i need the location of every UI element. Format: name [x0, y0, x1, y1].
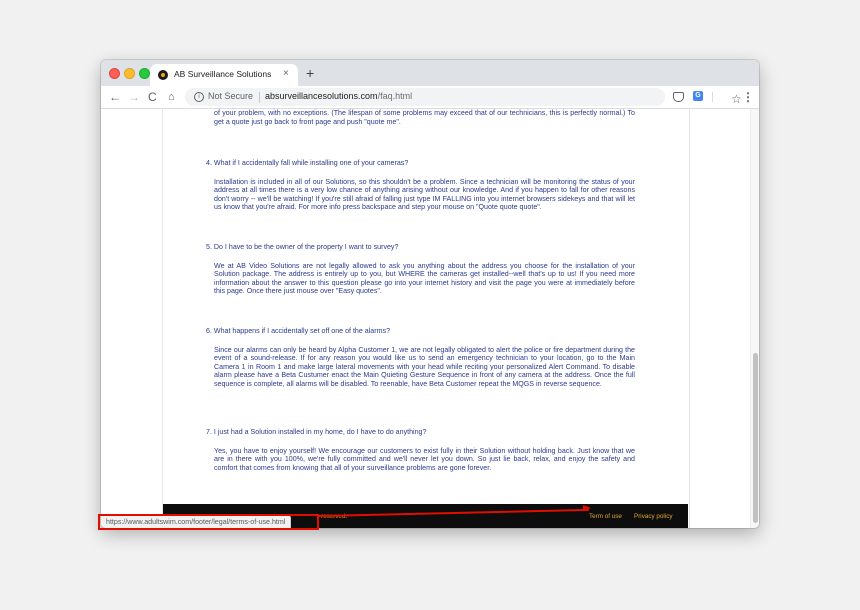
fullscreen-window-button[interactable] [139, 68, 150, 79]
footer-terms-link[interactable]: Term of use [589, 513, 622, 520]
tab-active[interactable]: AB Surveillance Solutions × [150, 64, 298, 86]
faq-answer-6: Since our alarms can only be heard by Al… [214, 346, 635, 388]
faq-answer-7: Yes, you have to enjoy yourself! We enco… [214, 447, 635, 472]
faq-question-4: 4. What if I accidentally fall while ins… [206, 159, 409, 167]
scrollbar-thumb[interactable] [753, 353, 758, 523]
url-text[interactable]: absurveillancesolutions.com/faq.html [265, 91, 412, 101]
browser-toolbar: ← → C ⌂ i Not Secure absurveillancesolut… [101, 86, 759, 109]
faq-answer-4: Installation is included in all of our S… [214, 178, 635, 212]
translate-icon[interactable]: G [693, 91, 703, 101]
faq-answer-5: We at AB Video Solutions are not legally… [214, 262, 635, 296]
faq-question-7: 7. I just had a Solution installed in my… [206, 428, 427, 436]
minimize-window-button[interactable] [124, 68, 135, 79]
back-arrow-icon[interactable]: ← [109, 89, 121, 105]
address-separator [259, 92, 260, 103]
site-favicon-icon [158, 70, 168, 80]
footer-privacy-link[interactable]: Privacy policy [634, 513, 673, 520]
annotation-arrowhead-icon [583, 505, 591, 511]
menu-icon[interactable]: ⋮ [742, 90, 754, 104]
reload-icon[interactable]: C [148, 89, 157, 105]
tab-bar: AB Surveillance Solutions × + [101, 60, 759, 86]
faq-question-5: 5. Do I have to be the owner of the prop… [206, 243, 399, 251]
forward-arrow-icon[interactable]: → [128, 89, 140, 105]
annotation-highlight-box [98, 514, 319, 530]
home-icon[interactable]: ⌂ [168, 89, 175, 105]
close-window-button[interactable] [109, 68, 120, 79]
bookmark-star-icon[interactable]: ☆ [731, 91, 742, 107]
pocket-icon[interactable] [673, 92, 684, 102]
browser-window: AB Surveillance Solutions × + ← → C ⌂ i … [101, 60, 759, 528]
info-icon[interactable]: i [194, 92, 204, 102]
toolbar-divider [712, 92, 713, 102]
tab-title: AB Surveillance Solutions [174, 69, 272, 79]
address-bar[interactable]: i Not Secure absurveillancesolutions.com… [185, 88, 742, 106]
faq-intro-tail: Our technicians are dedicated to the sol… [214, 109, 635, 126]
tab-close-icon[interactable]: × [283, 68, 289, 80]
page-viewport: Our technicians are dedicated to the sol… [101, 109, 759, 528]
faq-question-6: 6. What happens if I accidentally set of… [206, 327, 391, 335]
url-host: absurveillancesolutions.com [265, 91, 378, 101]
new-tab-button[interactable]: + [306, 65, 314, 81]
security-status[interactable]: Not Secure [208, 91, 253, 101]
vertical-scrollbar[interactable] [750, 109, 759, 528]
url-path: /faq.html [377, 91, 413, 101]
